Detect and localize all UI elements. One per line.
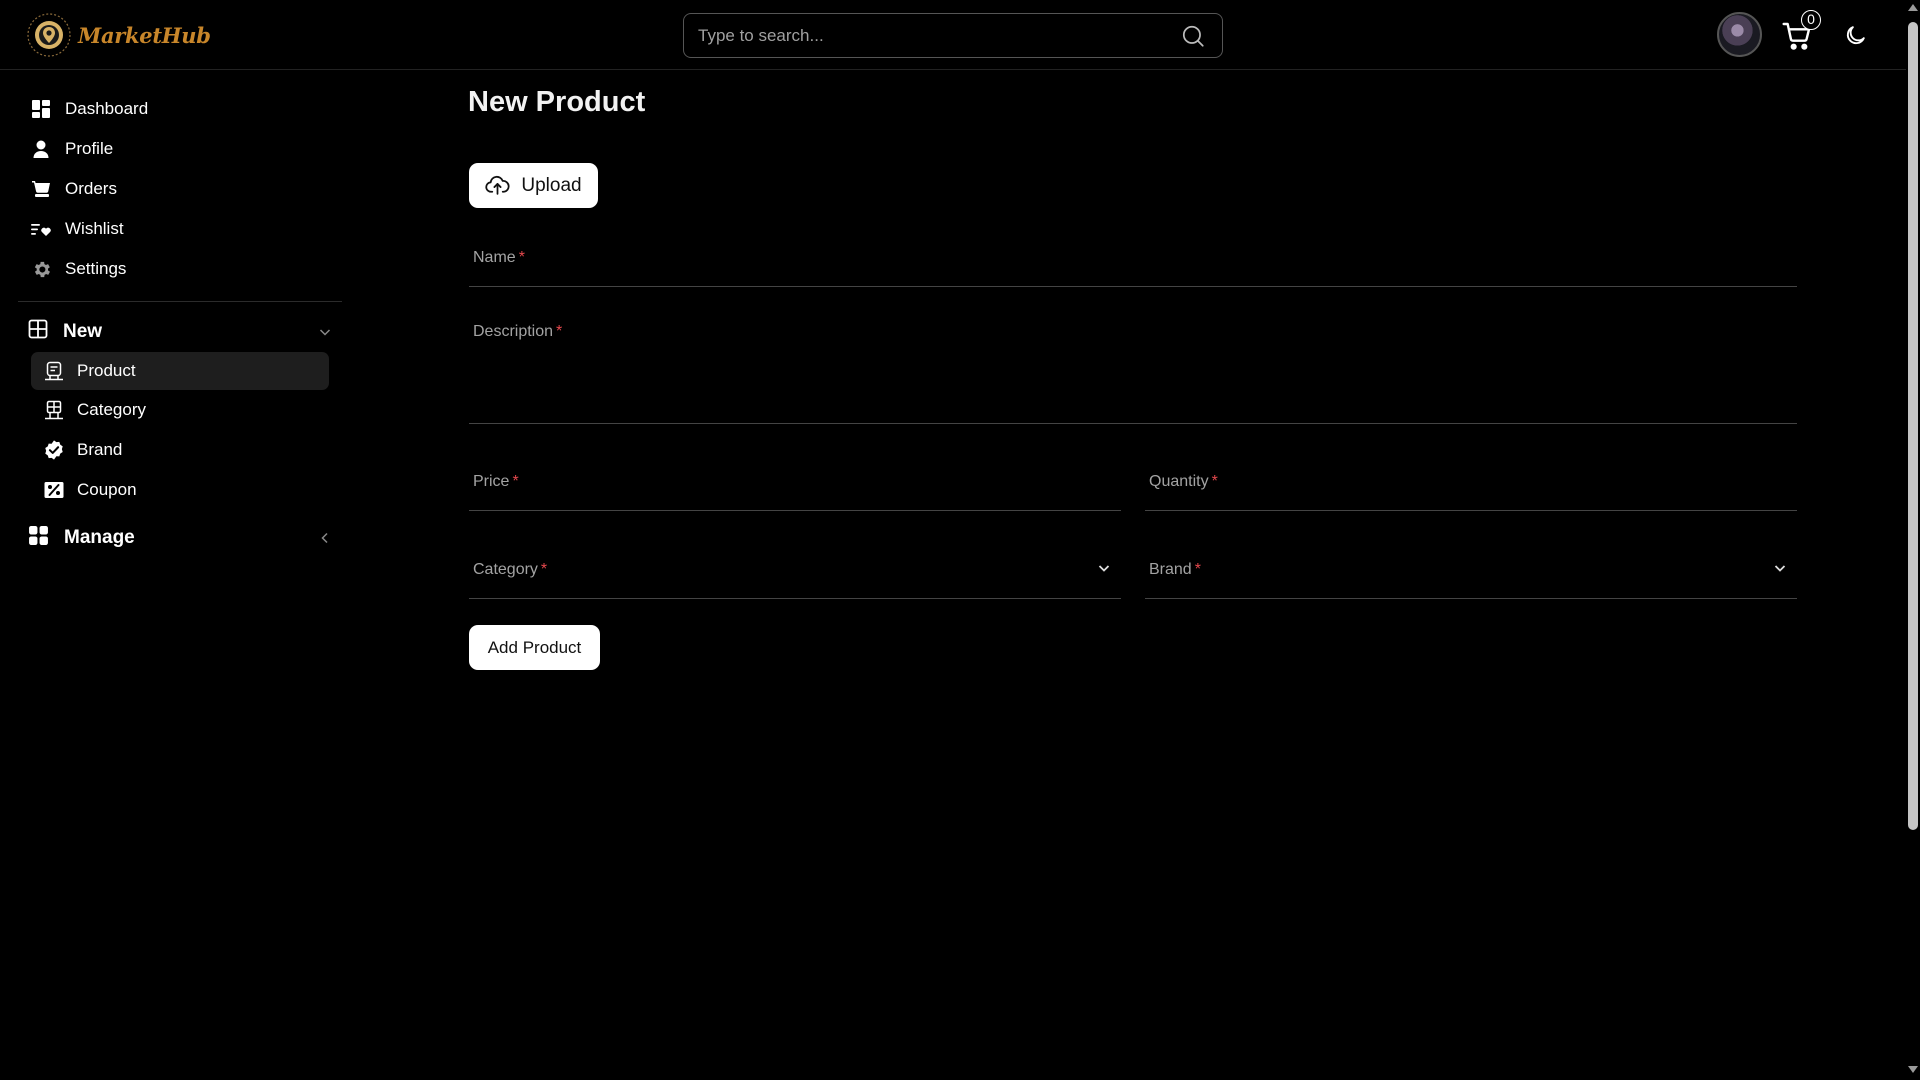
add-square-icon [28,319,48,345]
add-product-button[interactable]: Add Product [469,625,600,670]
person-icon [30,138,52,160]
quantity-label: Quantity * [1149,473,1218,490]
category-label: Category * [473,561,548,578]
upload-button[interactable]: Upload [469,163,598,208]
sidebar-item-dashboard[interactable]: Dashboard [30,93,148,125]
name-label: Name * [473,249,525,266]
search-input[interactable] [684,14,1180,57]
grid-icon [28,525,49,552]
sidebar-item-label: Profile [65,139,114,158]
gear-icon [30,258,52,280]
category-select[interactable]: Category * [469,552,1121,599]
sidebar-group-label: New [63,321,103,342]
cloud-upload-icon [485,175,510,195]
scroll-up-arrow-icon[interactable] [1908,4,1918,11]
sidebar-item-label: Brand [77,440,123,459]
sidebar-item-label: Dashboard [65,99,149,118]
cart-icon [30,178,52,200]
description-input[interactable] [469,347,1797,423]
description-label: Description * [473,323,563,340]
sidebar: Dashboard Profile Orders Wishlist Settin… [0,71,345,1080]
sidebar-item-label: Settings [65,259,127,278]
sidebar-item-profile[interactable]: Profile [30,133,113,165]
scroll-down-arrow-icon[interactable] [1908,1066,1918,1073]
coupon-icon [43,479,65,501]
sidebar-group-label: Manage [64,527,135,548]
search-icon[interactable] [1180,23,1206,49]
quantity-field: Quantity * [1145,464,1797,511]
quantity-input[interactable] [1145,490,1797,510]
brand-select[interactable]: Brand * [1145,552,1797,599]
cart-count-badge: 0 [1801,10,1821,30]
scrollbar-thumb[interactable] [1908,22,1918,830]
name-field: Name * [469,240,1797,287]
sidebar-item-brand[interactable]: Brand [31,431,329,469]
sidebar-item-coupon[interactable]: Coupon [31,471,329,509]
price-input[interactable] [469,490,1121,510]
price-label: Price * [473,473,519,490]
chevron-down-icon [1098,565,1110,572]
sidebar-group-manage[interactable]: Manage [28,521,332,555]
logo[interactable]: MarketHub [26,12,211,58]
sidebar-item-orders[interactable]: Orders [30,173,117,205]
logo-text: MarketHub [78,22,211,48]
product-icon [43,360,65,382]
sidebar-item-label: Wishlist [65,219,124,238]
price-field: Price * [469,464,1121,511]
sidebar-item-label: Product [77,361,136,380]
moon-icon[interactable] [1843,23,1868,48]
sidebar-group-new[interactable]: New [28,315,332,349]
wishlist-icon [30,218,52,240]
sidebar-item-label: Category [77,400,146,419]
description-field: Description * [469,313,1797,424]
top-header: MarketHub 0 [0,0,1906,70]
sidebar-item-product[interactable]: Product [31,352,329,390]
name-input[interactable] [469,266,1797,286]
chevron-down-icon [319,329,331,336]
sidebar-item-wishlist[interactable]: Wishlist [30,213,124,245]
chevron-down-icon [1774,565,1786,572]
badge-check-icon [43,439,65,461]
user-avatar[interactable] [1717,12,1762,57]
sidebar-item-settings[interactable]: Settings [30,253,126,285]
upload-label: Upload [521,174,582,196]
brand-label: Brand * [1149,561,1201,578]
chevron-left-icon [321,532,328,544]
search-bar [683,13,1223,58]
logo-icon [27,13,71,57]
category-icon [43,399,65,421]
sidebar-item-label: Orders [65,179,117,198]
page-title: New Product [468,86,646,118]
sidebar-divider [18,301,342,302]
dashboard-icon [30,98,52,120]
sidebar-item-label: Coupon [77,480,137,499]
sidebar-item-category[interactable]: Category [31,391,329,429]
